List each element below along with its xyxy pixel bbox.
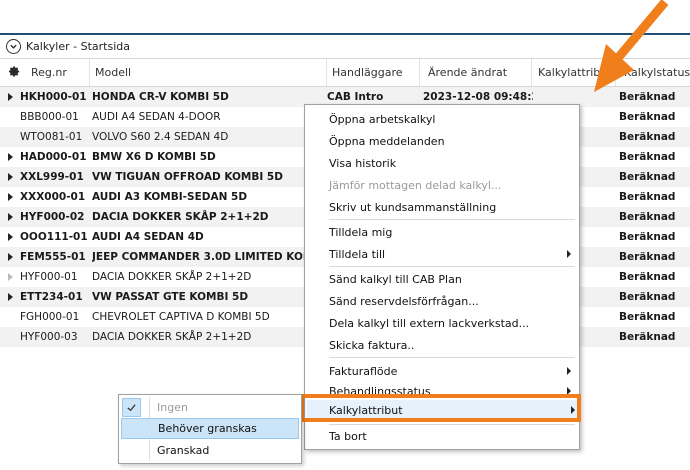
expand-triangle-icon: [8, 193, 13, 201]
expand-triangle-icon: [8, 293, 13, 301]
row-expander[interactable]: [8, 147, 20, 167]
section-title: Kalkyler - Startsida: [26, 40, 130, 53]
cell-regnr: XXL999-01: [20, 171, 84, 183]
cell-model: VOLVO S60 2.4 SEDAN 4D: [92, 131, 229, 143]
cell-status: Beräknad: [619, 291, 676, 303]
row-expander: [8, 307, 20, 327]
row-expander[interactable]: [8, 227, 20, 247]
cell-status: Beräknad: [619, 231, 676, 243]
menu-item-invoice-flow[interactable]: Fakturaflöde: [329, 361, 573, 381]
cell-status: Beräknad: [619, 131, 676, 143]
cell-model: VW PASSAT GTE KOMBI 5D: [92, 291, 249, 303]
cell-status: Beräknad: [619, 311, 676, 323]
menu-item-show-history[interactable]: Visa historik: [329, 153, 573, 173]
menu-separator: [329, 266, 575, 267]
cell-status: Beräknad: [619, 251, 676, 263]
orange-arrow-icon: [594, 0, 669, 92]
cell-regnr: HKH000-01: [20, 91, 87, 103]
menu-separator: [329, 424, 575, 425]
cell-regnr: BBB000-01: [20, 111, 79, 123]
cell-model: DACIA DOKKER SKÅP 2+1+2D: [92, 331, 252, 343]
cell-regnr: HYF000-01: [20, 271, 78, 283]
submenu-arrow-icon: [567, 367, 571, 375]
cell-status: Beräknad: [619, 151, 676, 163]
expand-triangle-icon: [8, 173, 13, 181]
submenu-item-needs-review[interactable]: Behöver granskas: [121, 418, 299, 439]
cell-model: DACIA DOKKER SKÅP 2+1+2D: [92, 211, 269, 223]
column-header-handler[interactable]: Handläggare: [327, 59, 420, 86]
cell-regnr: FGH000-01: [20, 311, 80, 323]
submenu-item-reviewed[interactable]: Granskad: [121, 440, 299, 461]
cell-status: Beräknad: [619, 271, 676, 283]
cell-status: Beräknad: [619, 191, 676, 203]
column-header-model[interactable]: Modell: [90, 59, 327, 86]
menu-item-send-invoice[interactable]: Skicka faktura..: [329, 335, 573, 355]
cell-status: Beräknad: [619, 111, 676, 123]
row-expander[interactable]: [8, 187, 20, 207]
menu-separator: [329, 357, 575, 358]
menu-separator: [329, 219, 575, 220]
cell-model: DACIA DOKKER SKÅP 2+1+2D: [92, 271, 252, 283]
menu-item-send-cab-plan[interactable]: Sänd kalkyl till CAB Plan: [329, 269, 573, 289]
highlight-box: [300, 394, 581, 422]
cell-model: AUDI A4 SEDAN 4D: [92, 231, 204, 243]
collapse-chevron-icon[interactable]: [6, 39, 21, 54]
menu-item-compare-shared: Jämför mottagen delad kalkyl...: [329, 178, 502, 192]
cell-regnr: HYF000-02: [20, 211, 85, 223]
expand-triangle-icon: [8, 213, 13, 221]
menu-item-open-messages[interactable]: Öppna meddelanden: [329, 131, 573, 151]
row-expander[interactable]: [8, 87, 20, 107]
expand-triangle-icon: [8, 153, 13, 161]
menu-item-delete[interactable]: Ta bort: [329, 426, 573, 446]
cell-regnr: HAD000-01: [20, 151, 87, 163]
cell-regnr: FEM555-01: [20, 251, 86, 263]
cell-model: BMW X6 D KOMBI 5D: [92, 151, 216, 163]
row-expander: [8, 327, 20, 347]
cell-status: Beräknad: [619, 331, 676, 343]
row-expander[interactable]: [8, 287, 20, 307]
cell-status: Beräknad: [619, 211, 676, 223]
row-expander: [8, 127, 20, 147]
cell-status: Beräknad: [619, 171, 676, 183]
menu-item-invoice-flow-label: Fakturaflöde: [329, 364, 398, 378]
menu-item-assign-to-label: Tilldela till: [329, 247, 386, 261]
row-expander[interactable]: [8, 167, 20, 187]
row-expander: [8, 107, 20, 127]
column-header-regnr[interactable]: Reg.nr: [26, 59, 90, 86]
gear-icon[interactable]: [8, 66, 21, 79]
calc-attribute-submenu: Ingen Behöver granskas Granskad: [118, 394, 302, 464]
expand-triangle-icon: [8, 93, 13, 101]
cell-regnr: WTO081-01: [20, 131, 83, 143]
menu-item-share-paint-shop[interactable]: Dela kalkyl till extern lackverkstad...: [329, 313, 573, 333]
menu-item-send-parts-request[interactable]: Sänd reservdelsförfrågan...: [329, 291, 573, 311]
menu-item-assign-to[interactable]: Tilldela till: [329, 244, 573, 264]
cell-model: AUDI A4 SEDAN 4-DOOR: [92, 111, 221, 123]
row-expander[interactable]: [8, 267, 20, 287]
cell-regnr: OOO111-01: [20, 231, 88, 243]
checkmark-icon: [122, 398, 141, 417]
cell-regnr: ETT234-01: [20, 291, 83, 303]
expand-triangle-icon: [8, 233, 13, 241]
submenu-item-none-label: Ingen: [157, 401, 188, 414]
submenu-item-none: Ingen: [121, 397, 299, 418]
row-expander[interactable]: [8, 207, 20, 227]
expand-triangle-icon: [8, 253, 13, 261]
expand-triangle-icon: [8, 273, 13, 281]
cell-model: HONDA CR-V KOMBI 5D: [92, 91, 229, 103]
column-header-changed[interactable]: Ärende ändrat: [420, 59, 532, 86]
cell-regnr: HYF000-03: [20, 331, 78, 343]
cell-model: JEEP COMMANDER 3.0D LIMITED KOMB: [92, 251, 322, 263]
cell-model: AUDI A3 KOMBI-SEDAN 5D: [92, 191, 248, 203]
menu-item-open-calc[interactable]: Öppna arbetskalkyl: [329, 109, 573, 129]
menu-item-assign-me[interactable]: Tilldela mig: [329, 222, 573, 242]
cell-regnr: XXX000-01: [20, 191, 86, 203]
cell-model: CHEVROLET CAPTIVA D KOMBI 5D: [92, 311, 270, 323]
cell-model: VW TIGUAN OFFROAD KOMBI 5D: [92, 171, 283, 183]
row-expander[interactable]: [8, 247, 20, 267]
menu-item-print-summary[interactable]: Skriv ut kundsammanställning: [329, 197, 573, 217]
submenu-arrow-icon: [567, 250, 571, 258]
